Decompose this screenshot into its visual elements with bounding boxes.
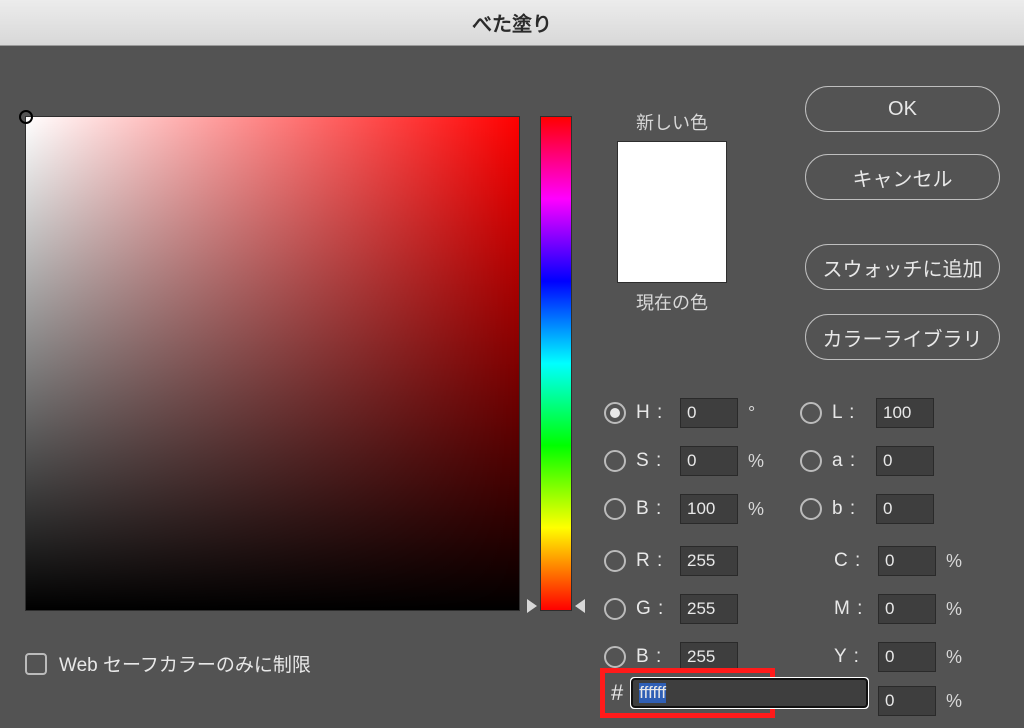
unit-b: % <box>748 499 770 520</box>
input-l[interactable] <box>876 398 934 428</box>
unit-y: % <box>946 647 968 668</box>
input-c[interactable] <box>878 546 936 576</box>
input-k[interactable] <box>878 686 936 716</box>
input-h[interactable] <box>680 398 738 428</box>
web-safe-checkbox[interactable] <box>25 653 47 675</box>
mode-radio-r[interactable] <box>604 550 626 572</box>
unit-s: % <box>748 451 770 472</box>
label-lab-b: b : <box>832 498 866 520</box>
label-bb: B : <box>636 646 670 668</box>
label-h: H : <box>636 402 670 424</box>
dialog-body: 新しい色 現在の色 OK キャンセル スウォッチに追加 カラーライブラリ H :… <box>0 46 1024 728</box>
label-b: B : <box>636 498 670 520</box>
label-y: Y : <box>834 646 868 668</box>
input-g[interactable] <box>680 594 738 624</box>
window-titlebar: べた塗り <box>0 0 1024 46</box>
unit-k: % <box>946 691 968 712</box>
web-safe-row[interactable]: Web セーフカラーのみに制限 <box>25 650 311 677</box>
input-s[interactable] <box>680 446 738 476</box>
new-color-swatch[interactable] <box>618 142 726 212</box>
label-s: S : <box>636 450 670 472</box>
hex-label: # <box>611 680 623 706</box>
current-color-label: 現在の色 <box>602 289 742 315</box>
label-g: G : <box>636 598 670 620</box>
hue-thumb-left-icon[interactable] <box>527 599 537 613</box>
label-c: C : <box>834 550 868 572</box>
input-lab-b[interactable] <box>876 494 934 524</box>
unit-h: ° <box>748 403 770 424</box>
mode-radio-g[interactable] <box>604 598 626 620</box>
label-r: R : <box>636 550 670 572</box>
mode-radio-a[interactable] <box>800 450 822 472</box>
cancel-button[interactable]: キャンセル <box>805 154 1000 200</box>
color-field-marker-icon[interactable] <box>19 110 33 124</box>
hex-input[interactable] <box>631 678 868 708</box>
input-b[interactable] <box>680 494 738 524</box>
label-m: M : <box>834 598 868 620</box>
hex-highlight: # <box>600 668 775 718</box>
mode-radio-l[interactable] <box>800 402 822 424</box>
unit-m: % <box>946 599 968 620</box>
window-title: べた塗り <box>472 8 552 37</box>
web-safe-label: Web セーフカラーのみに制限 <box>59 650 311 677</box>
mode-radio-b[interactable] <box>604 498 626 520</box>
color-libraries-button[interactable]: カラーライブラリ <box>805 314 1000 360</box>
mode-radio-s[interactable] <box>604 450 626 472</box>
color-field[interactable] <box>25 116 520 611</box>
hue-thumb-right-icon[interactable] <box>575 599 585 613</box>
label-l: L : <box>832 402 866 424</box>
unit-c: % <box>946 551 968 572</box>
label-a: a : <box>832 450 866 472</box>
current-color-swatch[interactable] <box>618 212 726 282</box>
color-preview: 新しい色 現在の色 <box>602 109 742 315</box>
ok-button[interactable]: OK <box>805 86 1000 132</box>
mode-radio-lab-b[interactable] <box>800 498 822 520</box>
mode-radio-h[interactable] <box>604 402 626 424</box>
mode-radio-bb[interactable] <box>604 646 626 668</box>
new-color-label: 新しい色 <box>602 109 742 135</box>
input-r[interactable] <box>680 546 738 576</box>
input-a[interactable] <box>876 446 934 476</box>
add-to-swatch-button[interactable]: スウォッチに追加 <box>805 244 1000 290</box>
input-y[interactable] <box>878 642 936 672</box>
input-m[interactable] <box>878 594 936 624</box>
hue-slider[interactable] <box>540 116 572 611</box>
